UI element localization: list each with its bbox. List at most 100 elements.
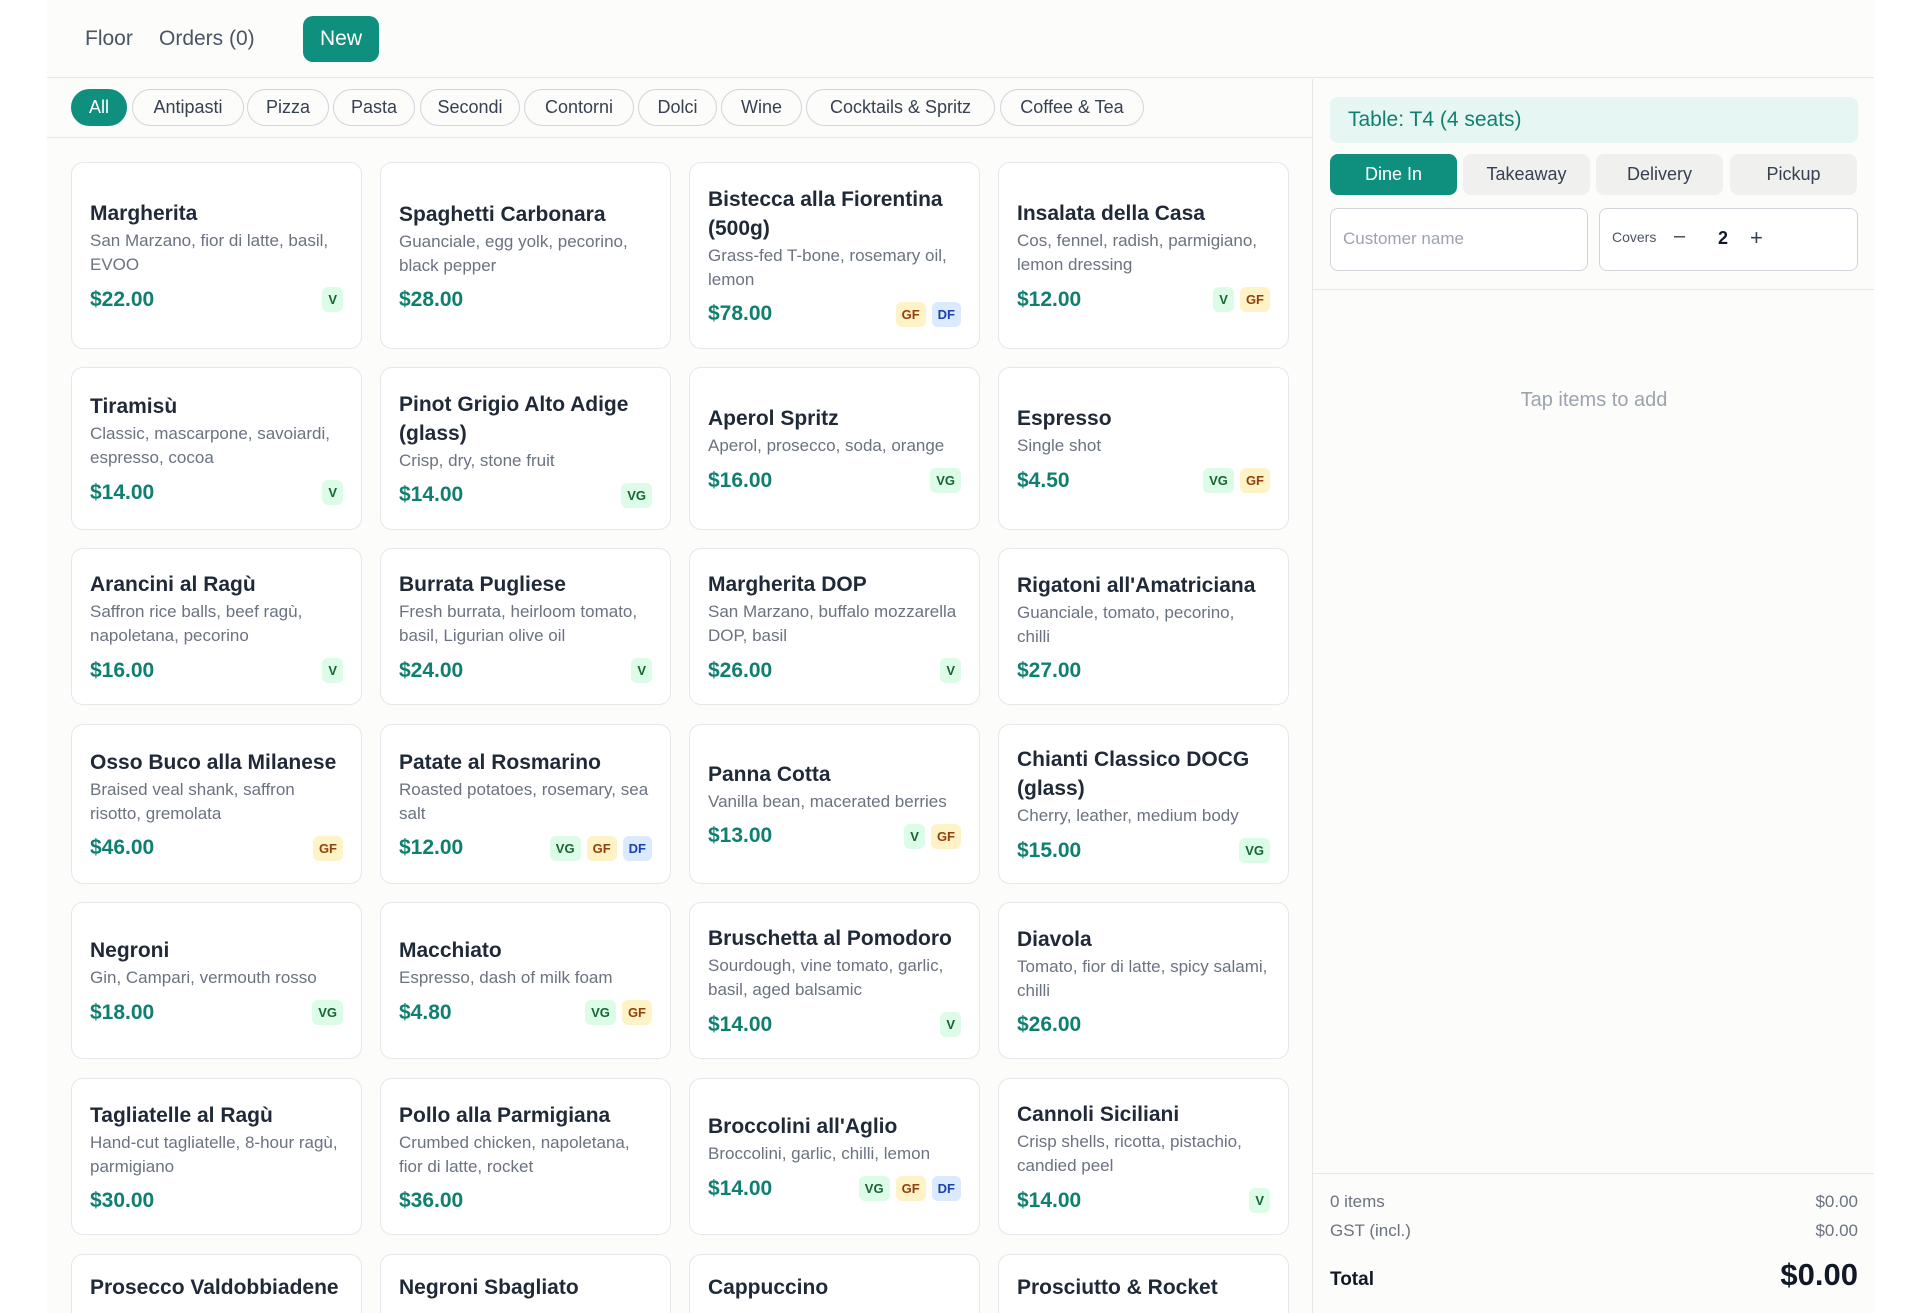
menu-item-description: Crumbed chicken, napoletana, fior di lat… xyxy=(399,1132,630,1176)
menu-item-card[interactable]: Burrata Pugliese Fresh burrata, heirloom … xyxy=(380,548,671,705)
table-label[interactable]: Table: T4 (4 seats) xyxy=(1330,97,1858,143)
menu-item-description: Grass-fed T-bone, rosemary oil, lemon xyxy=(708,245,947,289)
dietary-tags: V GF xyxy=(904,823,961,849)
covers-increment-button[interactable]: + xyxy=(1750,225,1763,251)
covers-decrement-button[interactable]: – xyxy=(1674,225,1685,248)
menu-item-card[interactable]: Osso Buco alla Milanese Braised veal shan… xyxy=(71,724,362,884)
menu-item-card[interactable]: Espresso Single shot $4.50 VG GF xyxy=(998,367,1289,530)
dietary-tag-vg: VG xyxy=(312,1000,343,1025)
menu-item-card[interactable]: Negroni Sbagliato xyxy=(380,1254,671,1313)
menu-item-card[interactable]: Pollo alla Parmigiana Crumbed chicken, na… xyxy=(380,1078,671,1235)
items-count: 0 items xyxy=(1330,1192,1385,1211)
menu-item-footer: $14.00 V xyxy=(708,1012,961,1037)
category-chip-pizza[interactable]: Pizza xyxy=(247,89,329,126)
menu-item-card[interactable]: Broccolini all'Aglio Broccolini, garlic, … xyxy=(689,1078,980,1235)
tab-new[interactable]: New xyxy=(303,16,380,62)
category-chip-all[interactable]: All xyxy=(71,89,127,126)
menu-item-price: $24.00 xyxy=(399,658,464,682)
dietary-tag-v: V xyxy=(904,823,925,849)
menu-item-card[interactable]: Prosecco Valdobbiadene xyxy=(71,1254,362,1313)
menu-item-card[interactable]: Rigatoni all'Amatriciana Guanciale, tomat… xyxy=(998,548,1289,705)
dietary-tags: V xyxy=(940,1012,961,1037)
menu-item-price: $27.00 xyxy=(1017,658,1082,682)
menu-item-footer: $15.00 VG xyxy=(1017,838,1270,863)
menu-item-price: $26.00 xyxy=(1017,1012,1082,1036)
menu-item-description: Roasted potatoes, rosemary, sea salt xyxy=(399,779,649,823)
customer-name-input[interactable]: Customer name xyxy=(1330,208,1588,271)
menu-item-price: $14.00 xyxy=(399,483,464,506)
menu-item-description: San Marzano, buffalo mozzarella DOP, bas… xyxy=(708,602,957,645)
menu-item-name: Bruschetta al Pomodoro xyxy=(708,927,952,950)
menu-item-card[interactable]: Tagliatelle al Ragù Hand-cut tagliatelle,… xyxy=(71,1078,362,1235)
category-chip-secondi[interactable]: Secondi xyxy=(420,89,520,126)
menu-item-content: Margherita San Marzano, fior di latte, ba… xyxy=(90,163,343,348)
menu-item-name: Margherita xyxy=(90,202,198,225)
menu-item-card[interactable]: Patate al Rosmarino Roasted potatoes, ros… xyxy=(380,724,671,884)
category-chip-pasta[interactable]: Pasta xyxy=(333,89,415,126)
menu-item-card[interactable]: Tiramisù Classic, mascarpone, savoiardi, … xyxy=(71,367,362,530)
gst-value: $0.00 xyxy=(1815,1221,1858,1240)
menu-item-card[interactable]: Spaghetti Carbonara Guanciale, egg yolk, … xyxy=(380,162,671,349)
menu-item-content: Diavola Tomato, fior di latte, spicy sala… xyxy=(1017,903,1270,1058)
service-dine-in-button[interactable]: Dine In xyxy=(1330,154,1457,195)
menu-item-card[interactable]: Negroni Gin, Campari, vermouth rosso $18.0… xyxy=(71,902,362,1059)
menu-item-price: $46.00 xyxy=(90,836,155,859)
menu-item-card[interactable]: Chianti Classico DOCG (glass) Cherry, lea… xyxy=(998,724,1289,884)
menu-item-price: $22.00 xyxy=(90,287,155,311)
dietary-tags: VG GF xyxy=(585,1000,652,1025)
menu-item-card[interactable]: Panna Cotta Vanilla bean, macerated berri… xyxy=(689,724,980,884)
menu-item-card[interactable]: Arancini al Ragù Saffron rice balls, beef… xyxy=(71,548,362,705)
service-pickup-button[interactable]: Pickup xyxy=(1730,154,1857,195)
menu-item-price: $14.00 xyxy=(708,1176,773,1200)
dietary-tags: V xyxy=(322,287,343,312)
dietary-tag-df: DF xyxy=(931,301,961,327)
service-delivery-button[interactable]: Delivery xyxy=(1596,154,1723,195)
tab-floor[interactable]: Floor xyxy=(71,16,147,62)
menu-item-card[interactable]: Prosciutto & Rocket xyxy=(998,1254,1289,1313)
covers-stepper: Covers – 2 + xyxy=(1599,208,1858,271)
menu-item-description: Classic, mascarpone, savoiardi, espresso… xyxy=(90,424,330,467)
dietary-tags: VG GF DF xyxy=(549,835,652,861)
menu-item-price: $13.00 xyxy=(708,824,773,847)
menu-item-price: $36.00 xyxy=(399,1188,464,1212)
menu-item-card[interactable]: Pinot Grigio Alto Adige (glass) Crisp, dr… xyxy=(380,367,671,530)
dietary-tag-v: V xyxy=(322,480,343,505)
dietary-tags: VG xyxy=(930,468,961,493)
menu-item-card[interactable]: Cappuccino xyxy=(689,1254,980,1313)
menu-item-name: Cappuccino xyxy=(708,1276,829,1299)
category-chip-coffee[interactable]: Coffee & Tea xyxy=(1000,89,1144,126)
dietary-tags: V xyxy=(322,480,343,505)
menu-item-content: Bistecca alla Fiorentina (500g) Grass-fed… xyxy=(708,163,961,348)
menu-item-name: Rigatoni all'Amatriciana xyxy=(1017,573,1256,597)
order-panel: Table: T4 (4 seats) Dine In Takeaway Del… xyxy=(1312,79,1874,1313)
tab-orders[interactable]: Orders (0) xyxy=(145,16,269,62)
menu-item-card[interactable]: Aperol Spritz Aperol, prosecco, soda, ora… xyxy=(689,367,980,530)
menu-item-card[interactable]: Margherita San Marzano, fior di latte, ba… xyxy=(71,162,362,349)
menu-item-price: $14.00 xyxy=(1017,1188,1082,1212)
menu-item-description: Gin, Campari, vermouth rosso xyxy=(90,968,317,987)
category-chip-dolci[interactable]: Dolci xyxy=(638,89,717,126)
dietary-tags: GF DF xyxy=(895,301,961,327)
menu-item-description: Crisp, dry, stone fruit xyxy=(399,450,555,470)
menu-item-card[interactable]: Bruschetta al Pomodoro Sourdough, vine to… xyxy=(689,902,980,1059)
category-chip-contorni[interactable]: Contorni xyxy=(524,89,634,126)
dietary-tags: V GF xyxy=(1213,287,1270,312)
menu-item-card[interactable]: Cannoli Siciliani Crisp shells, ricotta, … xyxy=(998,1078,1289,1235)
menu-item-name: Burrata Pugliese xyxy=(399,573,566,596)
menu-item-card[interactable]: Margherita DOP San Marzano, buffalo mozza… xyxy=(689,548,980,705)
panel-divider-bottom xyxy=(1313,1173,1874,1174)
service-takeaway-button[interactable]: Takeaway xyxy=(1463,154,1590,195)
category-chip-antipasti[interactable]: Antipasti xyxy=(132,89,244,126)
menu-item-name: Prosecco Valdobbiadene xyxy=(90,1276,339,1299)
menu-item-card[interactable]: Diavola Tomato, fior di latte, spicy sala… xyxy=(998,902,1289,1059)
category-chip-cocktails[interactable]: Cocktails & Spritz xyxy=(806,89,995,126)
menu-item-name: Aperol Spritz xyxy=(708,407,839,430)
menu-item-card[interactable]: Macchiato Espresso, dash of milk foam $4.8… xyxy=(380,902,671,1059)
menu-item-card[interactable]: Bistecca alla Fiorentina (500g) Grass-fed… xyxy=(689,162,980,349)
menu-item-content: Tagliatelle al Ragù Hand-cut tagliatelle,… xyxy=(90,1079,343,1234)
menu-item-card[interactable]: Insalata della Casa Cos, fennel, radish, … xyxy=(998,162,1289,349)
menu-item-description: Sourdough, vine tomato, garlic, basil, a… xyxy=(708,956,944,999)
panel-divider-top xyxy=(1313,289,1874,290)
menu-item-name: Macchiato xyxy=(399,939,502,962)
category-chip-wine[interactable]: Wine xyxy=(721,89,802,126)
